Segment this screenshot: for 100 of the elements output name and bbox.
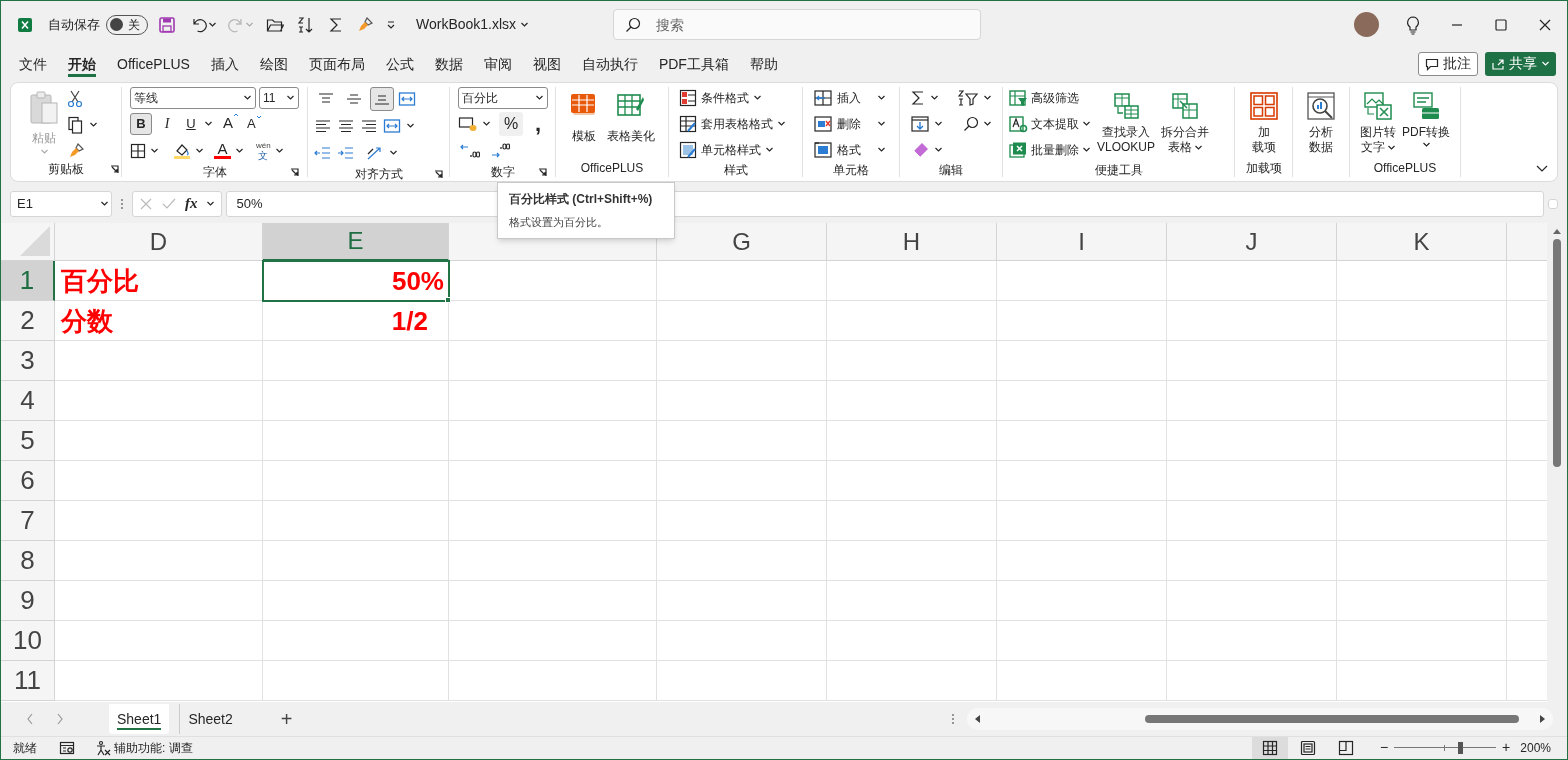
ribbon-tab[interactable]: 公式 <box>385 50 414 77</box>
table-cell[interactable] <box>657 581 827 622</box>
table-cell[interactable] <box>1337 501 1507 542</box>
table-cell[interactable] <box>827 341 997 382</box>
table-cell[interactable] <box>55 541 263 582</box>
caret-icon[interactable] <box>983 119 992 129</box>
table-cell[interactable] <box>827 581 997 622</box>
table-cell[interactable] <box>263 541 449 582</box>
ribbon-tab[interactable]: 审阅 <box>483 50 512 77</box>
table-cell[interactable] <box>55 421 263 462</box>
caret-icon[interactable] <box>389 148 398 158</box>
caret-icon[interactable] <box>934 145 943 155</box>
ribbon-tab[interactable]: OfficePLUS <box>117 50 190 77</box>
table-cell[interactable] <box>657 381 827 422</box>
shrink-font-button[interactable]: A <box>247 113 262 134</box>
bold-button[interactable]: B <box>130 112 152 135</box>
table-cell[interactable] <box>827 421 997 462</box>
tool-menu-button[interactable]: 批量删除 <box>1008 138 1091 161</box>
ribbon-tab[interactable]: 自动执行 <box>581 50 638 77</box>
table-cell[interactable] <box>263 381 449 422</box>
table-cell[interactable] <box>997 581 1167 622</box>
scrollbar-thumb[interactable] <box>1553 239 1561 468</box>
phonetic-guide-button[interactable]: wén 文 <box>256 140 271 161</box>
percent-style-button[interactable]: % <box>499 111 523 136</box>
table-cell[interactable] <box>997 341 1167 382</box>
table-cell[interactable]: 50% <box>263 261 449 302</box>
close-icon[interactable] <box>1539 18 1551 31</box>
caret-icon[interactable] <box>1082 145 1091 155</box>
row-header[interactable]: 9 <box>1 581 55 622</box>
search-icon[interactable] <box>625 17 642 34</box>
table-cell[interactable] <box>657 301 827 342</box>
template-button[interactable]: 模板 <box>569 90 599 159</box>
table-cell[interactable] <box>657 461 827 502</box>
font-name-dropdown[interactable]: 等线 <box>130 86 256 109</box>
ribbon-tab[interactable]: PDF工具箱 <box>658 50 729 77</box>
zoom-slider[interactable] <box>1394 741 1497 755</box>
column-header[interactable] <box>1507 223 1547 262</box>
table-cell[interactable] <box>449 341 657 382</box>
caret-icon[interactable] <box>983 93 992 103</box>
ribbon-tab[interactable]: 绘图 <box>259 50 288 77</box>
column-header[interactable]: I <box>997 223 1167 262</box>
row-header[interactable]: 3 <box>1 341 55 382</box>
font-size-dropdown[interactable]: 11 <box>259 86 299 109</box>
table-cell[interactable] <box>1337 301 1507 342</box>
caret-icon[interactable] <box>1541 59 1550 69</box>
table-cell[interactable] <box>1337 581 1507 622</box>
table-cell[interactable] <box>1167 421 1337 462</box>
table-cell[interactable] <box>263 661 449 702</box>
number-format-dropdown[interactable]: 百分比 <box>458 86 548 109</box>
table-cell[interactable] <box>1337 661 1507 702</box>
row-header[interactable]: 10 <box>1 621 55 662</box>
table-cell[interactable] <box>827 301 997 342</box>
analyze-data-button[interactable]: 分析 数据 <box>1306 90 1336 159</box>
table-cell[interactable] <box>263 461 449 502</box>
table-cell[interactable] <box>1337 541 1507 582</box>
table-cell[interactable] <box>1337 381 1507 422</box>
column-header[interactable]: G <box>657 223 827 262</box>
cells-menu-button[interactable]: 插入 <box>813 86 889 109</box>
table-cell[interactable] <box>997 661 1167 702</box>
column-header[interactable]: H <box>827 223 997 262</box>
table-cell[interactable] <box>449 261 657 302</box>
table-beautify-button[interactable]: 表格美化 <box>607 90 655 159</box>
caret-icon[interactable] <box>195 146 204 156</box>
ribbon-tab[interactable]: 数据 <box>434 50 463 77</box>
addins-button[interactable]: 加 载项 <box>1248 90 1279 159</box>
avatar[interactable] <box>1354 12 1379 38</box>
style-menu-button[interactable]: 套用表格格式 <box>679 112 792 135</box>
table-cell[interactable] <box>263 581 449 622</box>
table-cell[interactable]: 百分比 <box>55 261 263 302</box>
table-cell[interactable] <box>449 301 657 342</box>
table-cell[interactable] <box>263 501 449 542</box>
sheet-tab[interactable]: Sheet1 <box>109 704 170 735</box>
row-header[interactable]: 11 <box>1 661 55 702</box>
caret-icon[interactable] <box>286 93 295 103</box>
table-cell[interactable] <box>1167 261 1337 302</box>
table-cell[interactable] <box>997 501 1167 542</box>
ribbon-tab[interactable]: 插入 <box>210 50 239 77</box>
caret-icon[interactable] <box>777 119 786 129</box>
caret-icon[interactable] <box>877 145 886 155</box>
table-cell[interactable]: 1/2 <box>263 301 449 342</box>
insert-function-button[interactable]: fx <box>185 192 198 215</box>
table-cell[interactable] <box>263 421 449 462</box>
table-cell[interactable] <box>997 621 1167 662</box>
table-cell[interactable] <box>657 421 827 462</box>
ribbon-tab[interactable]: 帮助 <box>749 50 778 77</box>
add-sheet-button[interactable]: + <box>280 704 293 735</box>
table-cell[interactable] <box>997 421 1167 462</box>
table-cell[interactable]: 分数 <box>55 301 263 342</box>
tool-button[interactable]: 拆分合并 表格 <box>1161 90 1210 161</box>
table-cell[interactable] <box>55 381 263 422</box>
caret-icon[interactable] <box>520 20 530 30</box>
scrollbar-thumb[interactable] <box>1145 715 1519 724</box>
comma-style-button[interactable]: , <box>531 111 545 136</box>
table-cell[interactable] <box>657 261 827 302</box>
caret-icon[interactable] <box>235 146 244 156</box>
filename-dropdown[interactable]: WorkBook1.xlsx <box>416 14 530 36</box>
font-color-button[interactable]: A <box>214 142 231 160</box>
table-cell[interactable] <box>1167 341 1337 382</box>
caret-icon[interactable] <box>877 93 886 103</box>
ribbon-tab[interactable]: 开始 <box>68 50 96 77</box>
